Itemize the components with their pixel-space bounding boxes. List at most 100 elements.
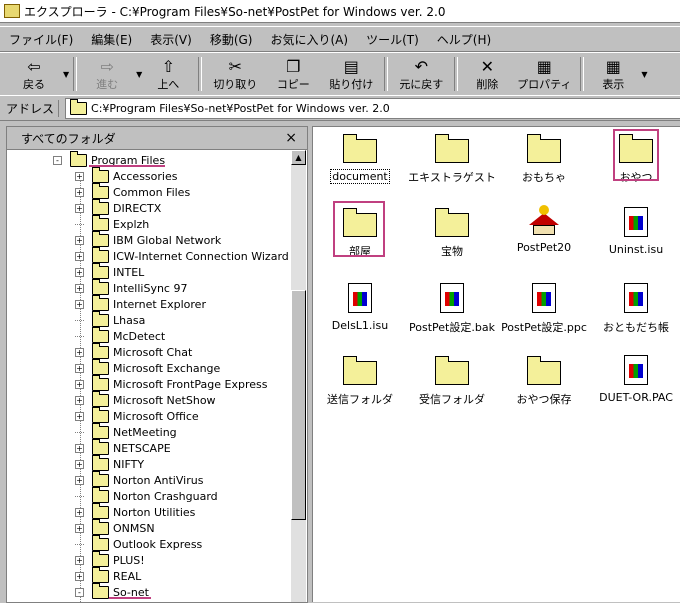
expand-icon[interactable]: + bbox=[75, 283, 84, 293]
tree-item[interactable]: + Accessories bbox=[75, 166, 177, 184]
menu-go[interactable]: 移動(G) bbox=[201, 31, 262, 48]
view-dropdown-icon[interactable]: ▼ bbox=[641, 70, 647, 79]
folder-icon bbox=[92, 534, 109, 551]
file-item[interactable]: Uninst.isu bbox=[591, 203, 680, 256]
expand-icon[interactable]: + bbox=[75, 507, 84, 517]
folder-icon bbox=[92, 214, 109, 231]
expand-icon[interactable]: + bbox=[75, 203, 84, 213]
tree-item[interactable]: + PLUS! bbox=[75, 550, 145, 568]
expand-icon[interactable]: + bbox=[75, 299, 84, 309]
tree-item-label: Microsoft Chat bbox=[113, 345, 193, 359]
collapse-icon[interactable]: - bbox=[75, 587, 84, 597]
tree-item[interactable]: NetMeeting bbox=[75, 422, 177, 440]
file-item[interactable]: PostPet設定.bak bbox=[407, 279, 497, 335]
view-grid-icon: ▦ bbox=[605, 56, 621, 76]
tree-item[interactable]: + INTEL bbox=[75, 262, 144, 280]
menu-edit[interactable]: 編集(E) bbox=[82, 31, 141, 48]
file-item[interactable]: 送信フォルダ bbox=[315, 351, 405, 407]
tree-item[interactable]: Explzh bbox=[75, 214, 149, 232]
undo-button[interactable]: ↶ 元に戻す bbox=[392, 54, 450, 94]
file-item[interactable]: エキストラゲスト bbox=[407, 129, 497, 185]
back-button[interactable]: ⇦ 戻る bbox=[8, 54, 60, 94]
file-item[interactable]: おもちゃ bbox=[499, 129, 589, 185]
folder-icon bbox=[92, 230, 109, 247]
tree-item[interactable]: + ICW-Internet Connection Wizard bbox=[75, 246, 289, 264]
tree-item[interactable]: + Microsoft FrontPage Express bbox=[75, 374, 267, 392]
tree-item[interactable]: + REAL bbox=[75, 566, 141, 584]
menu-favorites[interactable]: お気に入り(A) bbox=[261, 31, 357, 48]
back-dropdown-icon[interactable]: ▼ bbox=[63, 70, 69, 79]
scroll-up-icon[interactable]: ▲ bbox=[291, 150, 306, 165]
collapse-icon[interactable]: - bbox=[53, 155, 62, 165]
folder-icon bbox=[92, 358, 109, 375]
expand-icon[interactable]: + bbox=[75, 171, 84, 181]
expand-icon[interactable]: + bbox=[75, 363, 84, 373]
expand-icon[interactable]: + bbox=[75, 379, 84, 389]
file-item[interactable]: DelsL1.isu bbox=[315, 279, 405, 332]
file-item[interactable]: DUET-OR.PAC bbox=[591, 351, 680, 404]
delete-button[interactable]: ✕ 削除 bbox=[462, 54, 512, 94]
forward-button[interactable]: ⇨ 進む bbox=[81, 54, 133, 94]
menu-view[interactable]: 表示(V) bbox=[141, 31, 201, 48]
tree-item[interactable]: + DIRECTX bbox=[75, 198, 161, 216]
expand-icon[interactable]: + bbox=[75, 347, 84, 357]
file-item[interactable]: PostPet20 bbox=[499, 203, 589, 254]
cut-button[interactable]: ✂ 切り取り bbox=[206, 54, 264, 94]
file-label: 送信フォルダ bbox=[327, 393, 393, 406]
highlight-box-heya bbox=[333, 201, 385, 257]
expand-icon[interactable]: + bbox=[75, 267, 84, 277]
folder-icon bbox=[70, 98, 88, 115]
file-item[interactable]: 宝物 bbox=[407, 203, 497, 259]
folder-icon bbox=[92, 454, 109, 471]
highlight-underline bbox=[89, 165, 165, 167]
folder-icon bbox=[92, 294, 109, 311]
expand-icon[interactable]: + bbox=[75, 459, 84, 469]
expand-icon[interactable]: + bbox=[75, 523, 84, 533]
up-folder-icon: ⇧ bbox=[161, 56, 176, 76]
expand-icon[interactable]: + bbox=[75, 571, 84, 581]
expand-icon[interactable]: + bbox=[75, 411, 84, 421]
scroll-thumb[interactable] bbox=[291, 290, 306, 520]
document-icon bbox=[624, 207, 648, 237]
tree-item-label: NETSCAPE bbox=[113, 441, 171, 455]
up-button[interactable]: ⇧ 上へ bbox=[142, 54, 194, 94]
tree-item-label: Lhasa bbox=[113, 313, 146, 327]
expand-icon[interactable]: + bbox=[75, 475, 84, 485]
expand-icon[interactable]: + bbox=[75, 251, 84, 261]
folder-icon bbox=[92, 198, 109, 215]
properties-button[interactable]: ▦ プロパティ bbox=[512, 54, 576, 94]
expand-icon[interactable]: + bbox=[75, 443, 84, 453]
expand-icon[interactable]: + bbox=[75, 235, 84, 245]
tree-item[interactable]: + NIFTY bbox=[75, 454, 144, 472]
document-icon bbox=[440, 283, 464, 313]
tree-item[interactable]: McDetect bbox=[75, 326, 165, 344]
folder-icon bbox=[70, 150, 87, 167]
view-button[interactable]: ▦ 表示 bbox=[588, 54, 638, 94]
file-item[interactable]: おやつ保存 bbox=[499, 351, 589, 407]
menu-tools[interactable]: ツール(T) bbox=[357, 31, 428, 48]
file-item[interactable]: document bbox=[315, 129, 405, 184]
expand-icon[interactable]: + bbox=[75, 395, 84, 405]
menu-help[interactable]: ヘルプ(H) bbox=[428, 31, 500, 48]
tree-item[interactable]: + NETSCAPE bbox=[75, 438, 171, 456]
document-icon bbox=[532, 283, 556, 313]
menu-file[interactable]: ファイル(F) bbox=[0, 31, 82, 48]
copy-button[interactable]: ❐ コピー bbox=[264, 54, 322, 94]
address-field[interactable]: C:¥Program Files¥So-net¥PostPet for Wind… bbox=[65, 97, 680, 119]
properties-label: プロパティ bbox=[517, 78, 572, 91]
address-label: アドレス bbox=[0, 99, 60, 117]
paste-icon: ▤ bbox=[343, 56, 359, 76]
tree-item[interactable]: + ONMSN bbox=[75, 518, 155, 536]
file-label: エキストラゲスト bbox=[408, 171, 496, 184]
close-icon[interactable]: × bbox=[285, 130, 307, 146]
file-item[interactable]: おともだち帳 bbox=[591, 279, 680, 335]
tree-scrollbar[interactable]: ▲ bbox=[291, 150, 306, 602]
expand-icon[interactable]: + bbox=[75, 555, 84, 565]
file-item[interactable]: PostPet設定.ppc bbox=[499, 279, 589, 335]
paste-button[interactable]: ▤ 貼り付け bbox=[322, 54, 380, 94]
folder-icon bbox=[92, 422, 109, 439]
tree-item[interactable]: Lhasa bbox=[75, 310, 146, 328]
file-item[interactable]: 受信フォルダ bbox=[407, 351, 497, 407]
file-label: Uninst.isu bbox=[608, 243, 664, 256]
expand-icon[interactable]: + bbox=[75, 187, 84, 197]
